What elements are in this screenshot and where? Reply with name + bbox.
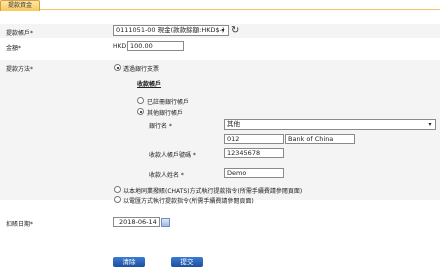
receiving-account-heading: 收款帳戶 <box>137 81 162 88</box>
date-label: 扣賬日期* <box>6 221 34 228</box>
account-number-label: 收款人帳戶號碼 * <box>149 152 196 159</box>
amount-input[interactable]: 100.00 <box>127 41 184 51</box>
submit-button[interactable]: 提交 <box>171 257 203 267</box>
account-label: 提款帳戶* <box>6 30 34 37</box>
account-select-value: 0111051-00 現金(款款餘額:HKD$-) <box>116 26 225 34</box>
registered-account-radio[interactable] <box>137 97 144 104</box>
account-select[interactable]: 0111051-00 現金(款款餘額:HKD$-) ▾ <box>113 25 229 36</box>
refresh-icon[interactable]: ↻ <box>231 26 241 36</box>
method-bank-label: 透過銀行支票 <box>123 66 160 73</box>
account-number-input[interactable]: 12345678 <box>224 148 284 158</box>
calendar-icon[interactable] <box>161 218 170 227</box>
telegraphic-radio[interactable] <box>114 196 121 203</box>
other-account-radio[interactable] <box>137 108 144 115</box>
recipient-name-input[interactable]: Demo <box>224 168 284 178</box>
bank-name-select[interactable]: 其他 ▾ <box>224 119 436 130</box>
clear-button[interactable]: 清除 <box>113 257 145 267</box>
chats-label: 以本地同業撥賬(CHATS)方式執行提款指令(所需手續費請參閱頁面) <box>123 188 303 195</box>
bank-name-select-value: 其他 <box>227 120 240 128</box>
method-bank-radio[interactable] <box>114 64 121 71</box>
date-input[interactable]: 2018-06-14 <box>113 217 160 227</box>
registered-account-label: 已註冊銀行帳戶 <box>147 99 190 106</box>
telegraphic-label: 以電匯方式執行提款指令(所需手續費請參閱頁面) <box>123 198 254 205</box>
chevron-down-icon: ▾ <box>428 121 432 128</box>
chevron-down-icon: ▾ <box>221 27 225 34</box>
method-label: 提款方法* <box>6 66 34 73</box>
bank-name-input[interactable]: Bank of China <box>285 134 355 144</box>
other-account-label: 其他銀行帳戶 <box>147 110 184 117</box>
amount-label: 金額* <box>6 45 22 52</box>
chats-radio[interactable] <box>114 186 121 193</box>
recipient-name-label: 收款人姓名 * <box>149 172 184 179</box>
header-tab: 提款資金 <box>0 0 40 11</box>
header-bar: 提款資金 <box>0 0 440 11</box>
amount-currency: HKD <box>113 43 127 50</box>
method-section <box>0 60 440 200</box>
bank-code-input[interactable]: 012 <box>224 134 284 144</box>
bank-name-label: 銀行名 * <box>149 123 172 130</box>
